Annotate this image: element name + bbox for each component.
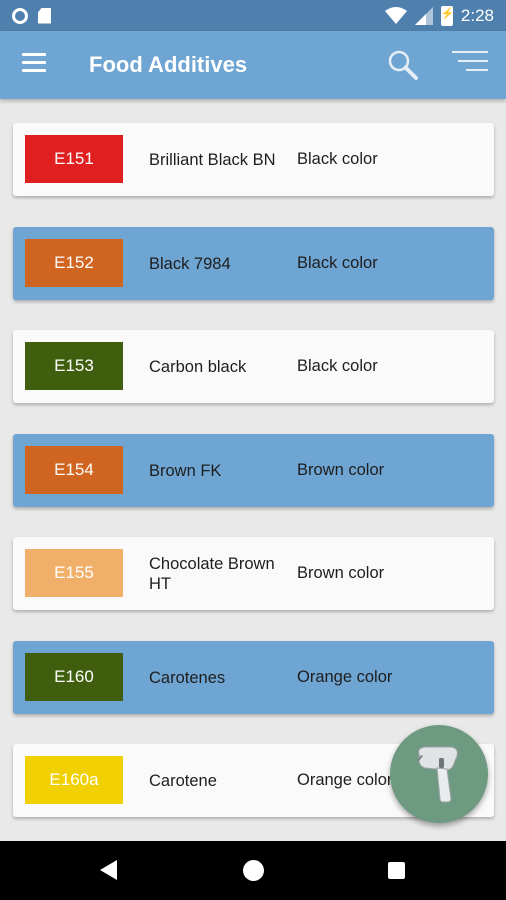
additive-row[interactable]: E153 Carbon black Black color	[13, 330, 494, 403]
additive-row[interactable]: E152 Black 7984 Black color	[13, 227, 494, 300]
status-left-icons	[12, 7, 51, 24]
additive-row[interactable]: E151 Brilliant Black BN Black color	[13, 123, 494, 196]
search-icon[interactable]	[386, 48, 420, 82]
additive-row[interactable]: E155 Chocolate Brown HT Brown color	[13, 537, 494, 610]
status-right-icons: 2:28	[384, 5, 494, 26]
additive-category: Black color	[297, 254, 378, 272]
app-bar: Food Additives	[0, 31, 506, 99]
additive-name: Carotene	[149, 771, 217, 790]
additive-code-swatch: E160a	[25, 756, 123, 804]
additive-category: Orange color	[297, 771, 393, 789]
status-bar: 2:28	[0, 0, 506, 31]
sync-circle-icon	[12, 7, 28, 24]
additive-category: Orange color	[297, 668, 393, 686]
additive-code-swatch: E153	[25, 342, 123, 390]
recents-icon[interactable]	[388, 862, 405, 879]
additive-name: Black 7984	[149, 254, 231, 273]
additive-name: Carotenes	[149, 668, 226, 687]
additive-code-swatch: E154	[25, 446, 123, 494]
battery-charging-icon	[440, 5, 455, 26]
additive-name: Brilliant Black BN	[149, 150, 276, 169]
additive-category: Brown color	[297, 564, 385, 582]
page-title: Food Additives	[89, 52, 248, 77]
sort-icon[interactable]	[452, 51, 488, 79]
additive-name: Carbon black	[149, 357, 247, 376]
barcode-scanner-icon	[417, 746, 458, 803]
additive-category: Black color	[297, 357, 378, 375]
additive-category: Brown color	[297, 461, 385, 479]
home-icon[interactable]	[243, 860, 264, 881]
back-icon[interactable]	[100, 860, 117, 880]
additive-category: Black color	[297, 150, 378, 168]
additive-code-swatch: E155	[25, 549, 123, 597]
sim-card-icon	[38, 7, 51, 24]
additive-name: Brown FK	[149, 461, 222, 480]
additive-code-swatch: E152	[25, 239, 123, 287]
additive-name: Chocolate Brown HT	[149, 554, 275, 593]
wifi-icon	[384, 6, 407, 24]
signal-icon	[414, 6, 433, 25]
menu-icon[interactable]	[22, 53, 46, 73]
additive-code-swatch: E151	[25, 135, 123, 183]
barcode-scanner-button[interactable]	[390, 725, 488, 823]
status-time: 2:28	[460, 5, 494, 25]
additive-row[interactable]: E160 Carotenes Orange color	[13, 641, 494, 714]
additive-row[interactable]: E154 Brown FK Brown color	[13, 434, 494, 507]
additive-code-swatch: E160	[25, 653, 123, 701]
system-nav-bar	[0, 841, 506, 900]
